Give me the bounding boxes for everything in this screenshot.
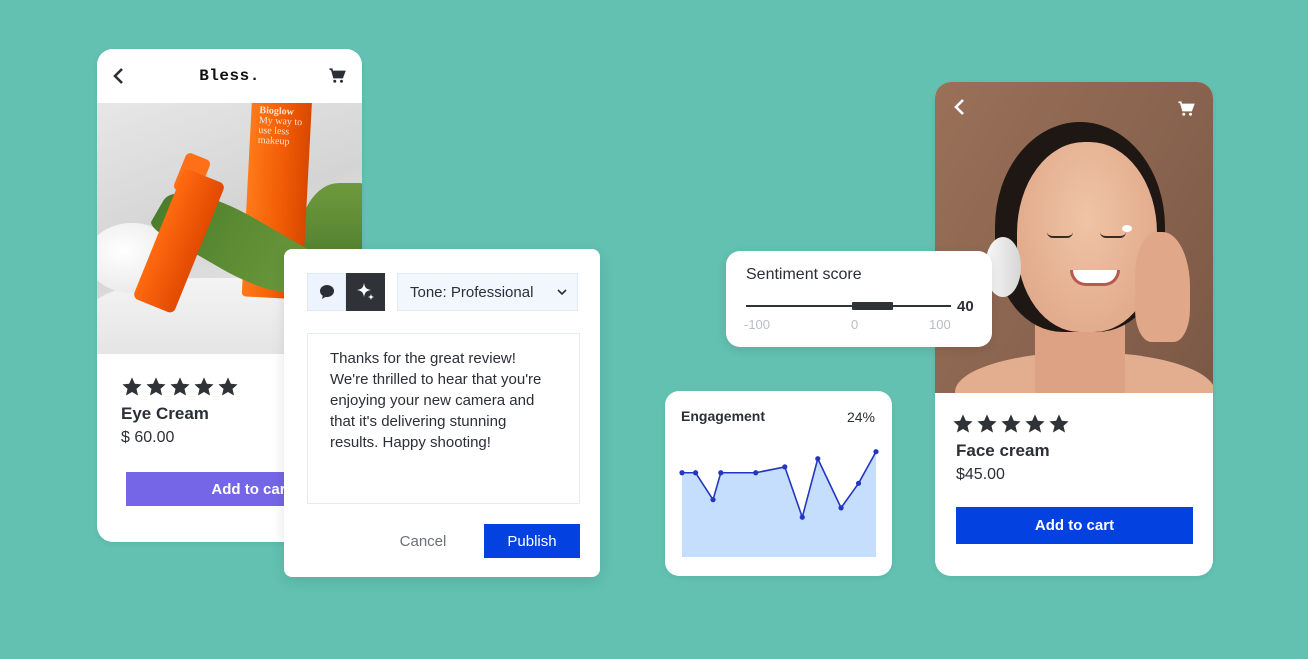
star-icon	[194, 377, 214, 396]
engagement-point-2	[710, 497, 716, 503]
mode-toggle	[307, 273, 385, 311]
sentiment-title: Sentiment score	[746, 266, 862, 283]
engagement-point-5	[782, 464, 788, 470]
engagement-point-1	[692, 470, 699, 476]
star-icon	[953, 414, 973, 433]
sentiment-score-card: Sentiment score 40 -100 0 100	[726, 251, 992, 347]
engagement-point-4	[753, 470, 759, 476]
publish-button[interactable]: Publish	[484, 524, 580, 558]
engagement-title: Engagement	[681, 408, 766, 424]
engagement-point-9	[855, 480, 862, 486]
chevron-left-icon[interactable]	[953, 97, 967, 117]
sentiment-tick-max: 100	[929, 317, 951, 332]
sentiment-track	[746, 305, 951, 307]
sparkles-icon	[356, 283, 374, 300]
sentiment-range-bar	[851, 302, 893, 310]
star-icon	[170, 377, 190, 396]
star-icon	[1025, 414, 1045, 433]
star-icon	[146, 377, 166, 396]
add-to-cart-button[interactable]: Add to cart	[956, 507, 1193, 544]
engagement-point-7	[815, 456, 821, 462]
engagement-point-10	[873, 449, 879, 455]
brand-logo: Bless.	[199, 67, 260, 85]
star-icon	[1001, 414, 1021, 433]
engagement-value: 24%	[846, 409, 875, 425]
reply-composer: Tone: Professional Thanks for the great …	[284, 249, 600, 577]
engagement-chart	[679, 449, 879, 557]
product-header: Bless.	[97, 49, 362, 103]
cart-icon[interactable]	[328, 67, 346, 85]
star-icon	[977, 414, 997, 433]
engagement-point-6	[799, 514, 805, 520]
sentiment-tick-zero: 0	[851, 317, 859, 332]
tone-dropdown[interactable]: Tone: Professional	[397, 273, 578, 311]
cart-icon[interactable]	[1177, 100, 1195, 118]
tone-label: Tone: Professional	[410, 283, 534, 301]
product-name: Face cream	[956, 441, 1050, 460]
star-icon	[1049, 414, 1069, 433]
star-icon	[218, 377, 238, 396]
star-rating	[952, 413, 1070, 435]
ai-reply-button[interactable]	[346, 273, 385, 311]
engagement-point-0	[679, 470, 685, 476]
sentiment-tick-min: -100	[744, 317, 771, 332]
star-icon	[122, 377, 142, 396]
cancel-button[interactable]: Cancel	[388, 524, 458, 558]
product-price: $45.00	[956, 466, 1005, 483]
chevron-down-icon	[557, 289, 567, 296]
speech-bubble-icon	[319, 285, 334, 299]
manual-reply-button[interactable]	[307, 273, 346, 311]
sentiment-value: 40	[957, 298, 974, 315]
engagement-point-3	[718, 470, 724, 476]
engagement-card: Engagement 24%	[665, 391, 892, 576]
engagement-point-8	[838, 505, 844, 511]
reply-textarea[interactable]: Thanks for the great review! We're thril…	[307, 333, 580, 504]
